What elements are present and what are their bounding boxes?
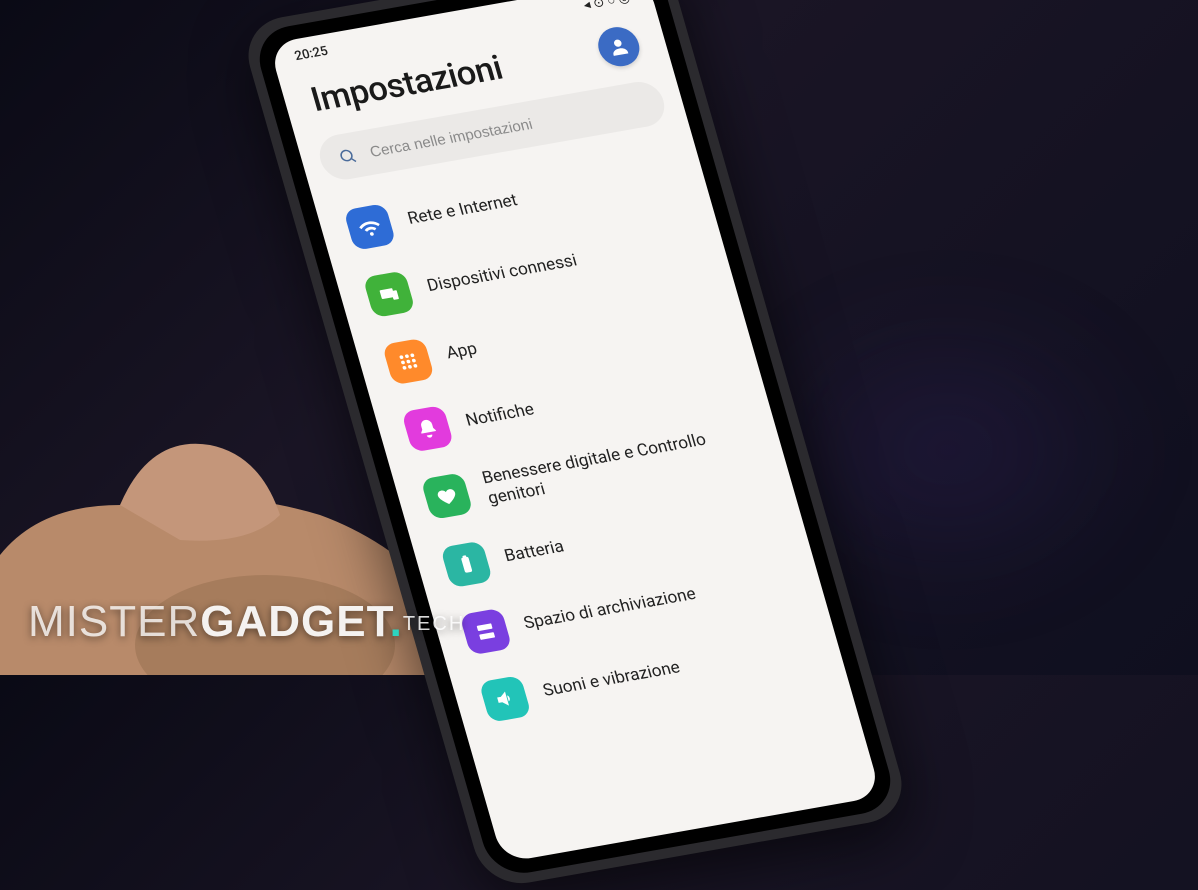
settings-item-label: Suoni e vibrazione: [541, 657, 683, 701]
search-icon: [336, 146, 359, 166]
status-icons: ◂ ⊙ ○ ◎: [582, 0, 632, 13]
watermark-part1: MISTER: [28, 597, 200, 646]
profile-avatar[interactable]: [593, 24, 644, 69]
user-icon: [605, 34, 633, 59]
status-time: 20:25: [293, 43, 330, 63]
wifi-icon: [343, 203, 396, 251]
watermark-dot: .: [390, 597, 403, 646]
battery-icon: [440, 540, 493, 588]
settings-item-label: App: [444, 339, 480, 365]
bell-icon: [401, 405, 454, 453]
wellbeing-icon: [421, 472, 474, 520]
sound-icon: [478, 675, 531, 723]
watermark: MISTERGADGET.TECH: [28, 597, 465, 647]
settings-item-label: Rete e Internet: [406, 191, 521, 231]
settings-item-label: Dispositivi connessi: [425, 251, 580, 298]
settings-item-label: Batteria: [502, 537, 566, 568]
storage-icon: [459, 607, 512, 655]
settings-item-label: Spazio di archiviazione: [521, 584, 698, 635]
settings-item-label: Notifiche: [463, 400, 536, 432]
devices-icon: [363, 270, 416, 318]
watermark-part3: TECH: [403, 613, 465, 635]
watermark-part2: GADGET: [200, 597, 389, 646]
apps-icon: [382, 338, 435, 386]
settings-list: Rete e Internet Dispositivi connessi App: [313, 133, 881, 863]
